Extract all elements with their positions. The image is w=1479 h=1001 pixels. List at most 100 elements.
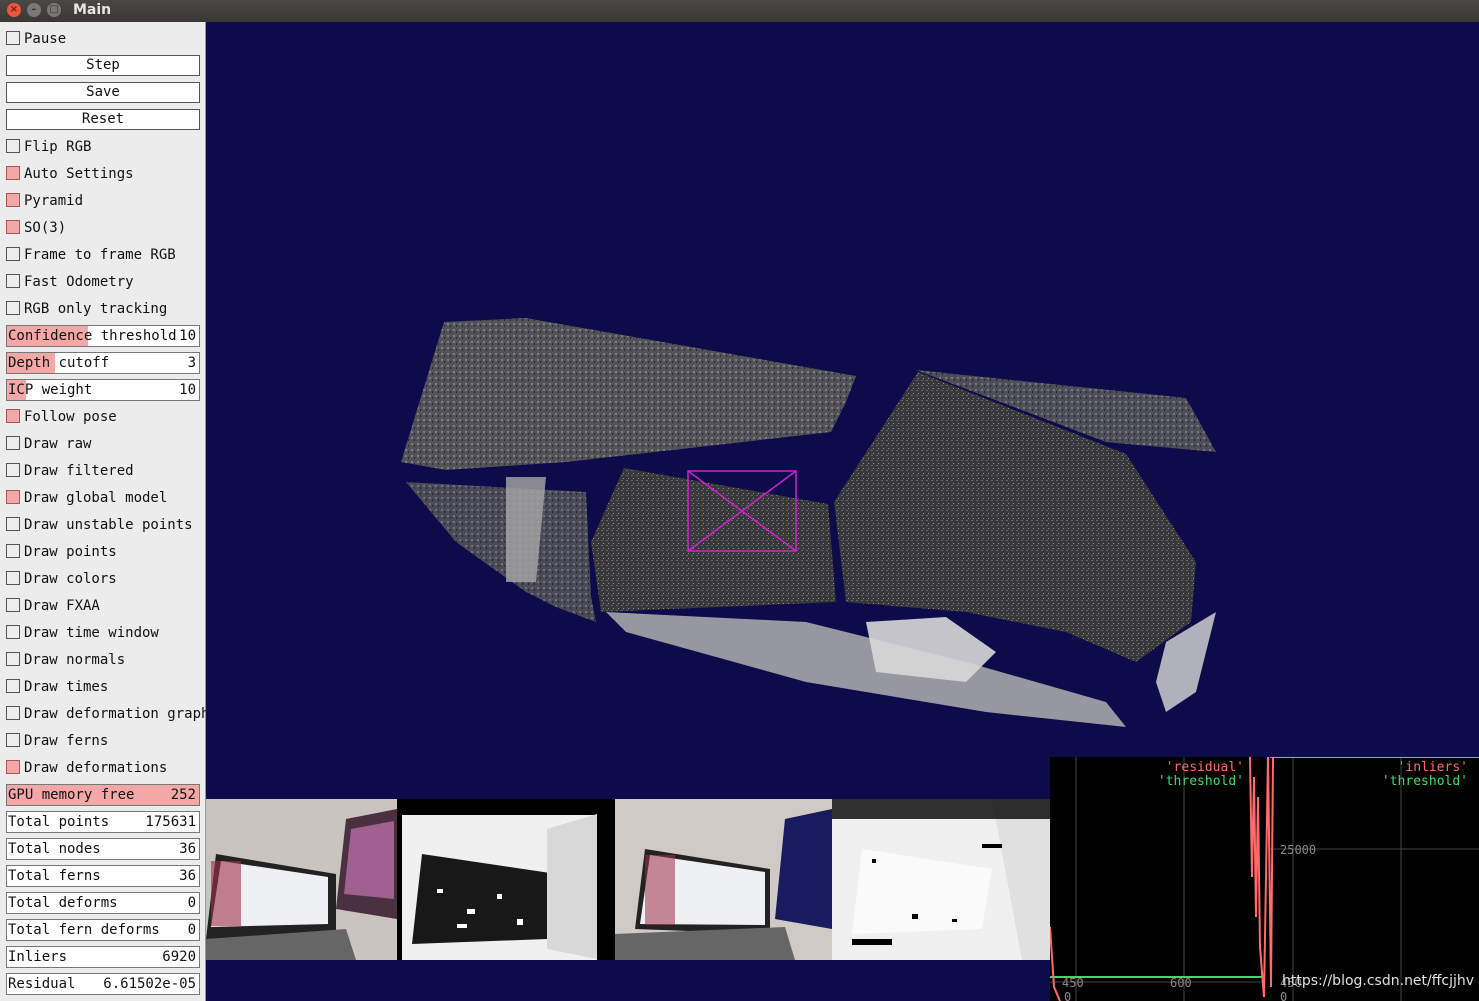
draw-draw-ferns-row[interactable]: Draw ferns <box>6 730 200 752</box>
draw-draw-deformation-graph-row[interactable]: Draw deformation graph <box>6 703 209 725</box>
stat-label: Total points <box>8 814 110 830</box>
draw-draw-deformation-graph-checkbox[interactable] <box>6 706 20 720</box>
stat-total-nodes: Total nodes 36 <box>6 838 200 860</box>
draw-draw-colors-label: Draw colors <box>24 571 117 587</box>
watermark-text: https://blog.csdn.net/ffcjjhv <box>1282 973 1475 989</box>
window-title: Main <box>73 2 112 18</box>
draw-draw-raw-row[interactable]: Draw raw <box>6 433 200 455</box>
control-panel: Pause Step Save Reset Flip RGB Auto Setti… <box>0 22 209 1001</box>
residual-legend: 'residual' <box>1166 760 1244 775</box>
draw-draw-fxaa-checkbox[interactable] <box>6 598 20 612</box>
stat-label: Residual <box>8 976 76 992</box>
option-frame-to-frame-rgb-label: Frame to frame RGB <box>24 247 176 263</box>
draw-draw-times-row[interactable]: Draw times <box>6 676 200 698</box>
option-pyramid-checkbox[interactable] <box>6 193 20 207</box>
pause-checkbox-row[interactable]: Pause <box>6 28 200 50</box>
title-bar: × – □ Main <box>0 0 1479 22</box>
draw-draw-unstable-points-label: Draw unstable points <box>24 517 193 533</box>
option-flip-rgb-checkbox[interactable] <box>6 139 20 153</box>
draw-draw-unstable-points-row[interactable]: Draw unstable points <box>6 514 200 536</box>
stat-value: 36 <box>179 868 196 884</box>
draw-draw-filtered-row[interactable]: Draw filtered <box>6 460 200 482</box>
draw-follow-pose-checkbox[interactable] <box>6 409 20 423</box>
stat-inliers: Inliers 6920 <box>6 946 200 968</box>
stat-label: GPU memory free <box>8 787 135 803</box>
slider-label: Confidence threshold <box>8 328 177 344</box>
draw-draw-deformations-label: Draw deformations <box>24 760 168 776</box>
option-frame-to-frame-rgb-row[interactable]: Frame to frame RGB <box>6 244 200 266</box>
slider-value: 10 <box>179 328 196 344</box>
rgb-thumbnail <box>206 799 397 960</box>
stat-value: 0 <box>187 895 196 911</box>
draw-draw-points-checkbox[interactable] <box>6 544 20 558</box>
stat-value: 6920 <box>162 949 196 965</box>
draw-draw-colors-checkbox[interactable] <box>6 571 20 585</box>
reset-button[interactable]: Reset <box>6 109 200 130</box>
stat-residual: Residual 6.61502e-05 <box>6 973 200 995</box>
option-fast-odometry-row[interactable]: Fast Odometry <box>6 271 200 293</box>
option-so-3-checkbox[interactable] <box>6 220 20 234</box>
option-rgb-only-tracking-checkbox[interactable] <box>6 301 20 315</box>
option-rgb-only-tracking-label: RGB only tracking <box>24 301 168 317</box>
draw-draw-fxaa-label: Draw FXAA <box>24 598 100 614</box>
draw-draw-times-checkbox[interactable] <box>6 679 20 693</box>
step-button[interactable]: Step <box>6 55 200 76</box>
option-pyramid-row[interactable]: Pyramid <box>6 190 200 212</box>
draw-draw-normals-label: Draw normals <box>24 652 126 668</box>
stat-value: 175631 <box>145 814 196 830</box>
residual-x-tick-600: 600 <box>1170 976 1192 990</box>
draw-draw-global-model-label: Draw global model <box>24 490 168 506</box>
draw-draw-points-label: Draw points <box>24 544 117 560</box>
draw-draw-filtered-checkbox[interactable] <box>6 463 20 477</box>
save-button[interactable]: Save <box>6 82 200 103</box>
maximize-icon[interactable]: □ <box>47 3 61 17</box>
minimize-icon[interactable]: – <box>27 3 41 17</box>
draw-draw-points-row[interactable]: Draw points <box>6 541 200 563</box>
draw-draw-raw-checkbox[interactable] <box>6 436 20 450</box>
draw-draw-fxaa-row[interactable]: Draw FXAA <box>6 595 200 617</box>
pause-checkbox[interactable] <box>6 31 20 45</box>
draw-draw-ferns-checkbox[interactable] <box>6 733 20 747</box>
slider-depth-cutoff[interactable]: Depth cutoff 3 <box>6 352 200 374</box>
draw-draw-colors-row[interactable]: Draw colors <box>6 568 200 590</box>
draw-draw-global-model-checkbox[interactable] <box>6 490 20 504</box>
option-flip-rgb-row[interactable]: Flip RGB <box>6 136 200 158</box>
stat-total-fern-deforms: Total fern deforms 0 <box>6 919 200 941</box>
draw-draw-time-window-checkbox[interactable] <box>6 625 20 639</box>
option-pyramid-label: Pyramid <box>24 193 84 209</box>
option-frame-to-frame-rgb-checkbox[interactable] <box>6 247 20 261</box>
stat-gpu-memory-free: GPU memory free 252 <box>6 784 200 806</box>
option-auto-settings-checkbox[interactable] <box>6 166 20 180</box>
draw-draw-normals-row[interactable]: Draw normals <box>6 649 200 671</box>
draw-draw-filtered-label: Draw filtered <box>24 463 134 479</box>
slider-confidence-threshold[interactable]: Confidence threshold 10 <box>6 325 200 347</box>
option-flip-rgb-label: Flip RGB <box>24 139 92 155</box>
stat-value: 252 <box>170 787 196 803</box>
slider-icp-weight[interactable]: ICP weight 10 <box>6 379 200 401</box>
option-fast-odometry-checkbox[interactable] <box>6 274 20 288</box>
stat-total-ferns: Total ferns 36 <box>6 865 200 887</box>
option-rgb-only-tracking-row[interactable]: RGB only tracking <box>6 298 200 320</box>
option-auto-settings-row[interactable]: Auto Settings <box>6 163 200 185</box>
draw-draw-normals-checkbox[interactable] <box>6 652 20 666</box>
draw-draw-unstable-points-checkbox[interactable] <box>6 517 20 531</box>
draw-draw-time-window-row[interactable]: Draw time window <box>6 622 200 644</box>
draw-follow-pose-label: Follow pose <box>24 409 117 425</box>
close-icon[interactable]: × <box>7 3 21 17</box>
residual-y-tick-0: 0 <box>1064 990 1071 1001</box>
draw-draw-global-model-row[interactable]: Draw global model <box>6 487 200 509</box>
stat-value: 36 <box>179 841 196 857</box>
graph-panel: 'residual' 'threshold' 'inliers' 'thresh… <box>1050 757 1479 1001</box>
option-so-3-label: SO(3) <box>24 220 67 236</box>
inliers-y-tick: 25000 <box>1280 843 1316 857</box>
draw-draw-time-window-label: Draw time window <box>24 625 159 641</box>
threshold-legend-right: 'threshold' <box>1382 774 1468 789</box>
draw-draw-deformations-checkbox[interactable] <box>6 760 20 774</box>
option-so-3-row[interactable]: SO(3) <box>6 217 200 239</box>
depth-thumbnail <box>397 799 615 960</box>
draw-follow-pose-row[interactable]: Follow pose <box>6 406 200 428</box>
stat-label: Total ferns <box>8 868 101 884</box>
option-auto-settings-label: Auto Settings <box>24 166 134 182</box>
draw-draw-deformations-row[interactable]: Draw deformations <box>6 757 200 779</box>
slider-value: 10 <box>179 382 196 398</box>
